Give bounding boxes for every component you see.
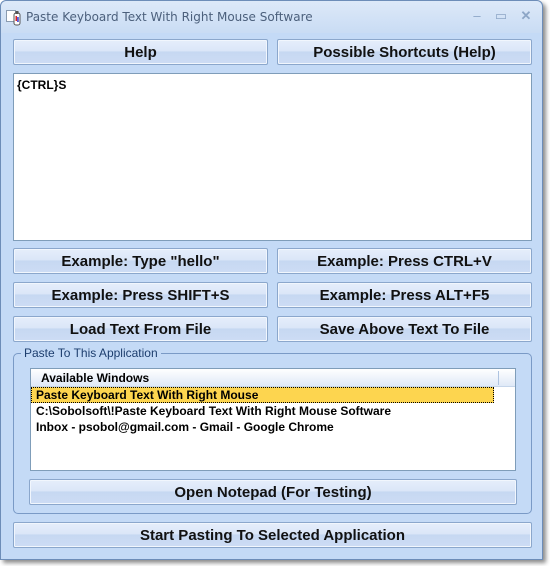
example-ctrl-v-button[interactable]: Example: Press CTRL+V: [277, 248, 532, 274]
minimize-button[interactable]: –: [469, 9, 485, 23]
example-type-hello-button[interactable]: Example: Type "hello": [13, 248, 268, 274]
maximize-button[interactable]: ▭: [493, 9, 509, 23]
help-button[interactable]: Help: [13, 39, 268, 65]
close-button[interactable]: ✕: [518, 9, 534, 23]
list-item[interactable]: Paste Keyboard Text With Right Mouse: [31, 387, 494, 403]
app-window: Paste Keyboard Text With Right Mouse Sof…: [0, 0, 543, 560]
group-label: Paste To This Application: [21, 346, 161, 360]
example-shift-s-button[interactable]: Example: Press SHIFT+S: [13, 282, 268, 308]
column-header-label: Available Windows: [41, 371, 150, 385]
title-bar[interactable]: Paste Keyboard Text With Right Mouse Sof…: [1, 1, 542, 33]
list-item[interactable]: C:\Sobolsoft\!Paste Keyboard Text With R…: [31, 403, 494, 419]
column-separator[interactable]: [498, 371, 499, 385]
app-icon: [6, 10, 21, 26]
window-title: Paste Keyboard Text With Right Mouse Sof…: [26, 10, 313, 24]
save-text-button[interactable]: Save Above Text To File: [277, 316, 532, 342]
possible-shortcuts-button[interactable]: Possible Shortcuts (Help): [277, 39, 532, 65]
keys-text-input[interactable]: {CTRL}S: [13, 73, 532, 241]
example-alt-f5-button[interactable]: Example: Press ALT+F5: [277, 282, 532, 308]
available-windows-list[interactable]: Available Windows Paste Keyboard Text Wi…: [30, 368, 516, 471]
list-item[interactable]: Inbox - psobol@gmail.com - Gmail - Googl…: [31, 419, 494, 435]
list-column-header[interactable]: Available Windows: [31, 369, 515, 387]
load-text-button[interactable]: Load Text From File: [13, 316, 268, 342]
open-notepad-button[interactable]: Open Notepad (For Testing): [29, 479, 517, 505]
start-pasting-button[interactable]: Start Pasting To Selected Application: [13, 522, 532, 548]
